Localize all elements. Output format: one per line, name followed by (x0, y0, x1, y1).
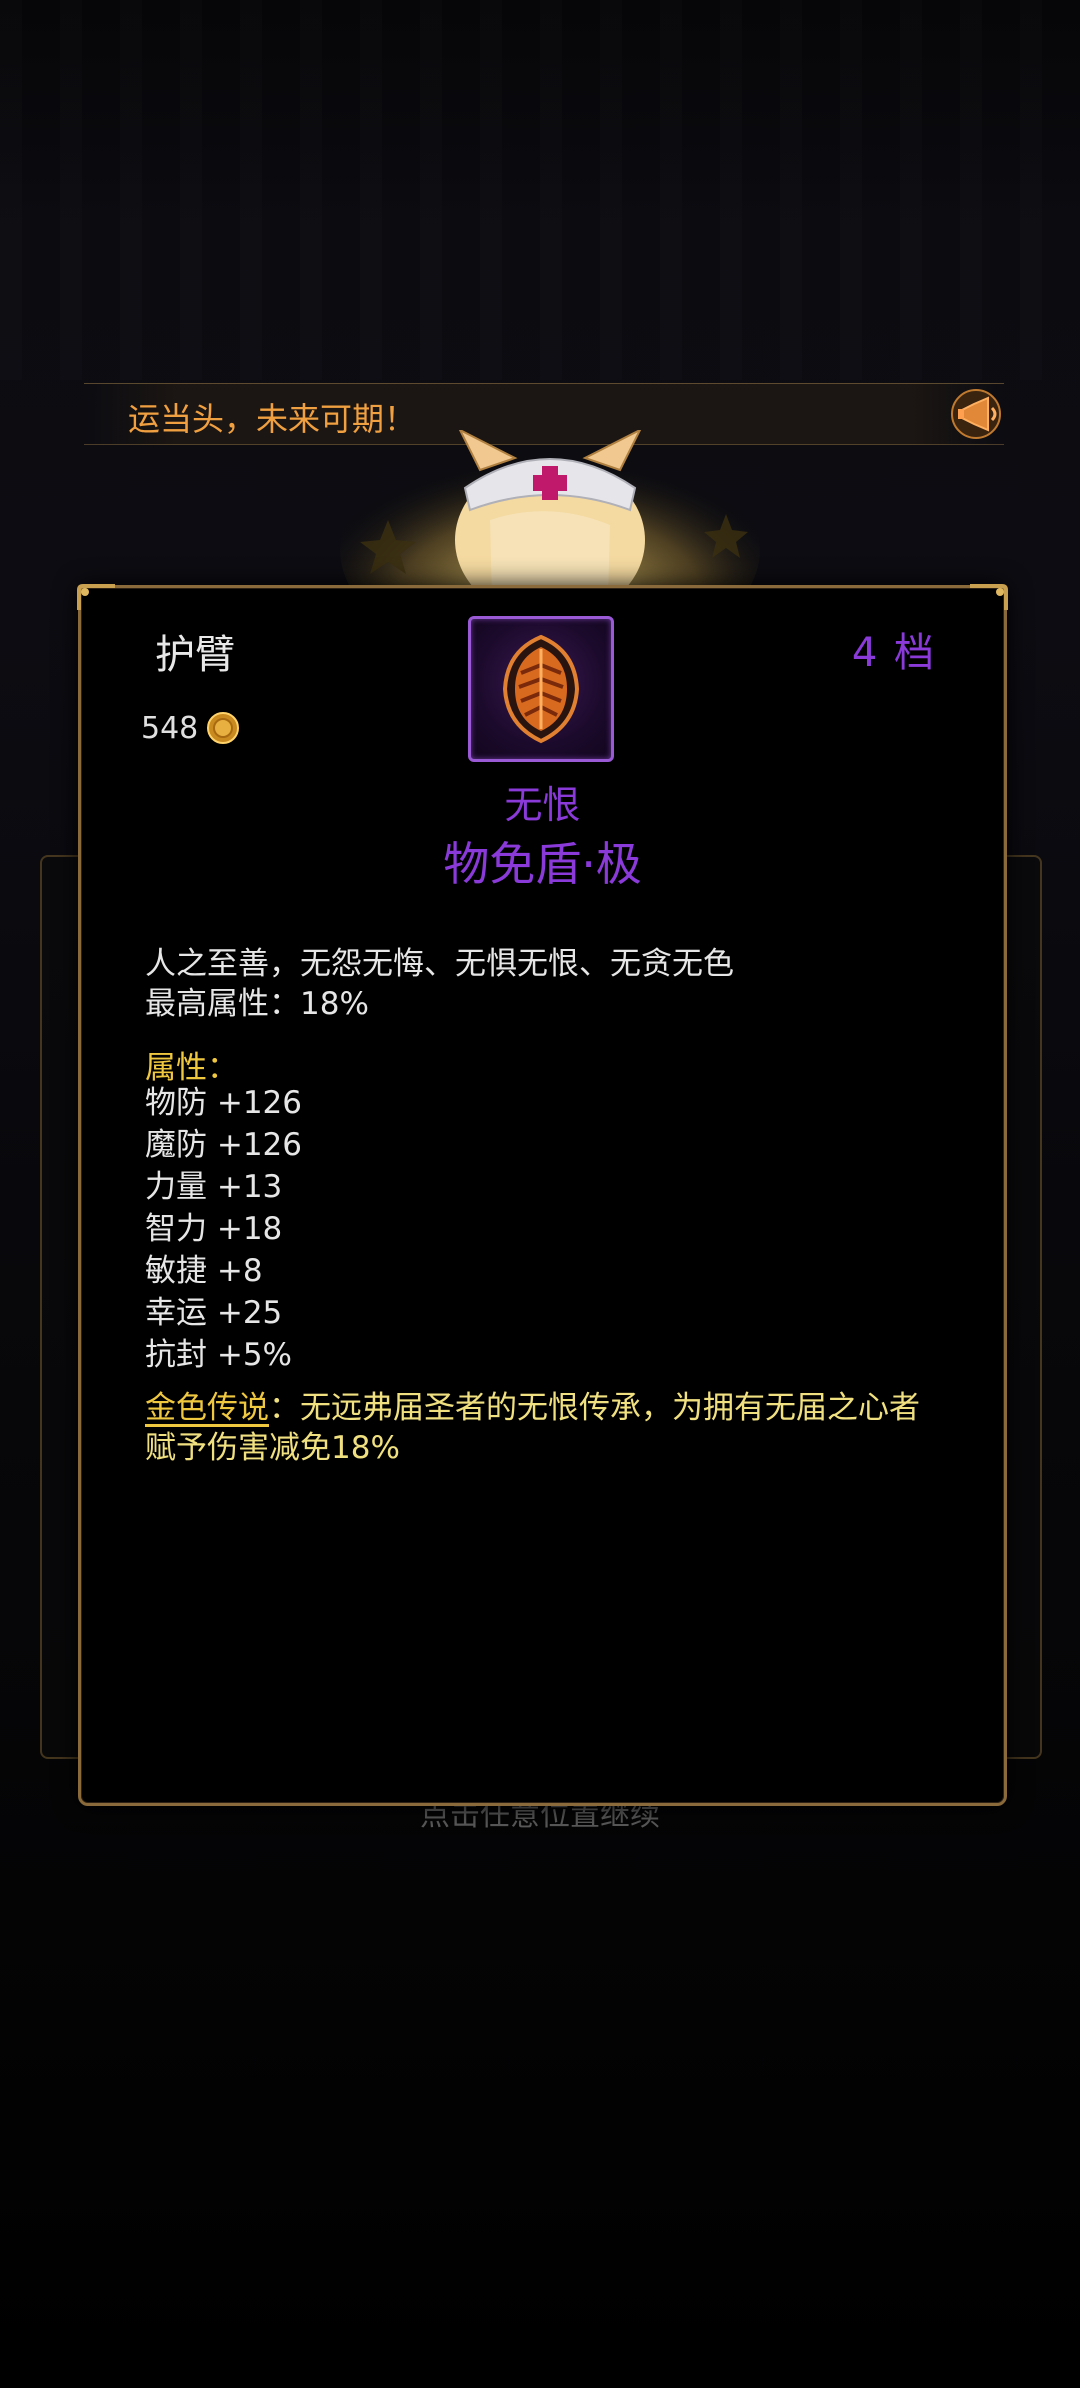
attribute-list: 物防 +126 魔防 +126 力量 +13 智力 +18 敏捷 +8 幸运 +… (145, 1082, 302, 1376)
nurse-character-art (340, 430, 760, 600)
item-full-name: 物免盾·极 (443, 837, 642, 891)
item-name: 无恨 (504, 783, 581, 827)
corner-ornament-icon (970, 584, 1008, 610)
curtain-background (0, 0, 1080, 380)
attribute-item: 物防 +126 (145, 1085, 302, 1121)
megaphone-icon[interactable] (948, 386, 1004, 442)
max-attribute: 最高属性：18% (145, 986, 369, 1022)
corner-ornament-icon (77, 584, 115, 610)
item-icon-frame[interactable] (468, 616, 614, 762)
attribute-item: 力量 +13 (145, 1169, 283, 1205)
item-price: 548 (141, 710, 199, 746)
game-screen[interactable]: 运当头，未来可期！ 点击任意位置继续 护臂 4 档 548 无恨 物免盾·极 人… (0, 0, 1080, 2388)
attributes-title: 属性： (145, 1050, 238, 1086)
item-detail-panel: 护臂 4 档 548 无恨 物免盾·极 人之至善，无怨无悔、无惧无恨、无贪无色 … (77, 584, 1008, 1806)
price-row: 548 (141, 708, 240, 748)
shield-icon (502, 634, 580, 744)
legendary-label-link[interactable]: 金色传说 (145, 1390, 269, 1426)
attribute-item: 敏捷 +8 (145, 1253, 263, 1289)
attribute-item: 幸运 +25 (145, 1295, 283, 1331)
description-line: 人之至善，无怨无悔、无惧无恨、无贪无色 (145, 946, 734, 982)
attribute-item: 魔防 +126 (145, 1127, 302, 1163)
equipment-slot-label: 护臂 (155, 632, 235, 678)
legendary-effect: 金色传说：无远弗届圣者的无恨传承，为拥有无届之心者赋予伤害减免18% (145, 1388, 945, 1468)
attribute-item: 抗封 +5% (145, 1337, 293, 1373)
gold-coin-icon (207, 712, 240, 744)
item-description: 人之至善，无怨无悔、无惧无恨、无贪无色 最高属性：18% (145, 944, 945, 1024)
item-tier: 4 档 (851, 630, 936, 676)
attribute-item: 智力 +18 (145, 1211, 283, 1247)
